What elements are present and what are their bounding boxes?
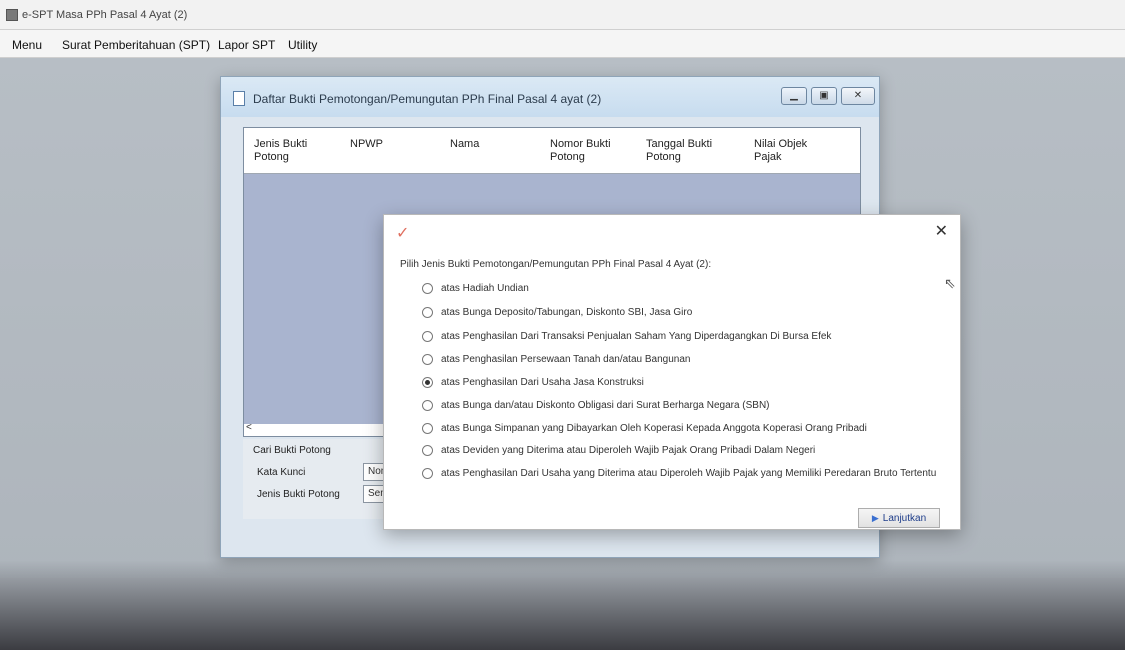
option-peredaran-bruto[interactable]: atas Penghasilan Dari Usaha yang Diterim… xyxy=(422,466,936,480)
option-obligasi-sbn[interactable]: atas Bunga dan/atau Diskonto Obligasi da… xyxy=(422,398,770,412)
column-header-jenis[interactable]: Jenis Bukti Potong xyxy=(254,138,307,164)
mouse-pointer-icon: ⇖ xyxy=(944,275,956,291)
minimize-icon: ▁ xyxy=(790,90,798,101)
option-bunga-deposito[interactable]: atas Bunga Deposito/Tabungan, Diskonto S… xyxy=(422,305,692,319)
screen-bottom-shade xyxy=(0,560,1125,650)
document-icon xyxy=(233,91,245,106)
window-title: Daftar Bukti Pemotongan/Pemungutan PPh F… xyxy=(253,92,602,106)
option-label: atas Penghasilan Dari Transaksi Penjuala… xyxy=(441,330,832,342)
option-label: atas Bunga dan/atau Diskonto Obligasi da… xyxy=(441,399,770,411)
radio-button[interactable] xyxy=(422,306,433,318)
screen: e-SPT Masa PPh Pasal 4 Ayat (2) Menu Sur… xyxy=(0,0,1125,650)
option-label: atas Penghasilan Dari Usaha yang Diterim… xyxy=(441,467,937,479)
option-label: atas Penghasilan Dari Usaha Jasa Konstru… xyxy=(441,376,644,388)
radio-button[interactable] xyxy=(422,467,433,479)
radio-button[interactable] xyxy=(422,353,433,365)
option-label: atas Deviden yang Diterima atau Diperole… xyxy=(441,444,816,456)
menu-bar: Menu Surat Pemberitahuan (SPT) Lapor SPT… xyxy=(0,30,1125,58)
type-label: Jenis Bukti Potong xyxy=(257,489,340,500)
radio-button[interactable] xyxy=(422,282,433,294)
option-label: atas Hadiah Undian xyxy=(441,282,529,294)
option-deviden[interactable]: atas Deviden yang Diterima atau Diperole… xyxy=(422,443,815,457)
dialog-prompt: Pilih Jenis Bukti Pemotongan/Pemungutan … xyxy=(400,259,712,270)
column-header-nama[interactable]: Nama xyxy=(450,138,479,151)
option-label: atas Bunga Deposito/Tabungan, Diskonto S… xyxy=(441,306,693,318)
option-persewaan-tanah[interactable]: atas Penghasilan Persewaan Tanah dan/ata… xyxy=(422,352,690,366)
maximize-button[interactable]: ▣ xyxy=(811,87,837,105)
option-simpanan-koperasi[interactable]: atas Bunga Simpanan yang Dibayarkan Oleh… xyxy=(422,421,867,435)
lanjutkan-button[interactable]: ▶ Lanjutkan xyxy=(858,508,940,528)
radio-button[interactable] xyxy=(422,399,433,411)
radio-button[interactable] xyxy=(422,330,433,342)
option-hadiah-undian[interactable]: atas Hadiah Undian xyxy=(422,281,529,295)
jenis-bukti-dialog: ✓ ✕ Pilih Jenis Bukti Pemotongan/Pemungu… xyxy=(383,214,961,530)
option-penjualan-saham[interactable]: atas Penghasilan Dari Transaksi Penjuala… xyxy=(422,329,831,343)
close-button[interactable]: ✕ xyxy=(841,87,875,105)
window-title-bar[interactable]: Daftar Bukti Pemotongan/Pemungutan PPh F… xyxy=(221,77,879,117)
grid-header: Jenis Bukti Potong NPWP Nama Nomor Bukti… xyxy=(244,128,860,174)
search-group-label: Cari Bukti Potong xyxy=(253,445,331,456)
column-header-nomor[interactable]: Nomor Bukti Potong xyxy=(550,138,611,164)
column-header-npwp[interactable]: NPWP xyxy=(350,138,383,151)
play-arrow-icon: ▶ xyxy=(871,512,879,523)
check-icon: ✓ xyxy=(396,225,410,242)
menu-item-lapor-spt[interactable]: Lapor SPT xyxy=(218,38,275,52)
keyword-label: Kata Kunci xyxy=(257,467,306,478)
column-header-tanggal[interactable]: Tanggal Bukti Potong xyxy=(646,138,712,164)
minimize-button[interactable]: ▁ xyxy=(781,87,807,105)
option-jasa-konstruksi[interactable]: atas Penghasilan Dari Usaha Jasa Konstru… xyxy=(422,375,644,389)
scroll-left-button[interactable]: < xyxy=(246,422,260,434)
lanjutkan-label: Lanjutkan xyxy=(882,512,927,524)
dialog-close-icon[interactable]: ✕ xyxy=(935,221,948,241)
radio-button[interactable] xyxy=(422,444,433,456)
close-icon: ✕ xyxy=(853,90,863,101)
radio-button-selected[interactable] xyxy=(422,376,433,388)
option-label: atas Penghasilan Persewaan Tanah dan/ata… xyxy=(441,353,691,365)
menu-item-spt[interactable]: Surat Pemberitahuan (SPT) xyxy=(62,38,210,52)
app-icon xyxy=(6,9,18,21)
app-title-bar: e-SPT Masa PPh Pasal 4 Ayat (2) xyxy=(0,0,1125,30)
app-title: e-SPT Masa PPh Pasal 4 Ayat (2) xyxy=(22,9,188,21)
maximize-icon: ▣ xyxy=(819,90,829,101)
column-header-nilai[interactable]: Nilai Objek Pajak xyxy=(754,138,807,164)
menu-item-utility[interactable]: Utility xyxy=(288,38,317,52)
option-label: atas Bunga Simpanan yang Dibayarkan Oleh… xyxy=(441,422,867,434)
radio-button[interactable] xyxy=(422,422,433,434)
menu-item-menu[interactable]: Menu xyxy=(12,38,42,52)
